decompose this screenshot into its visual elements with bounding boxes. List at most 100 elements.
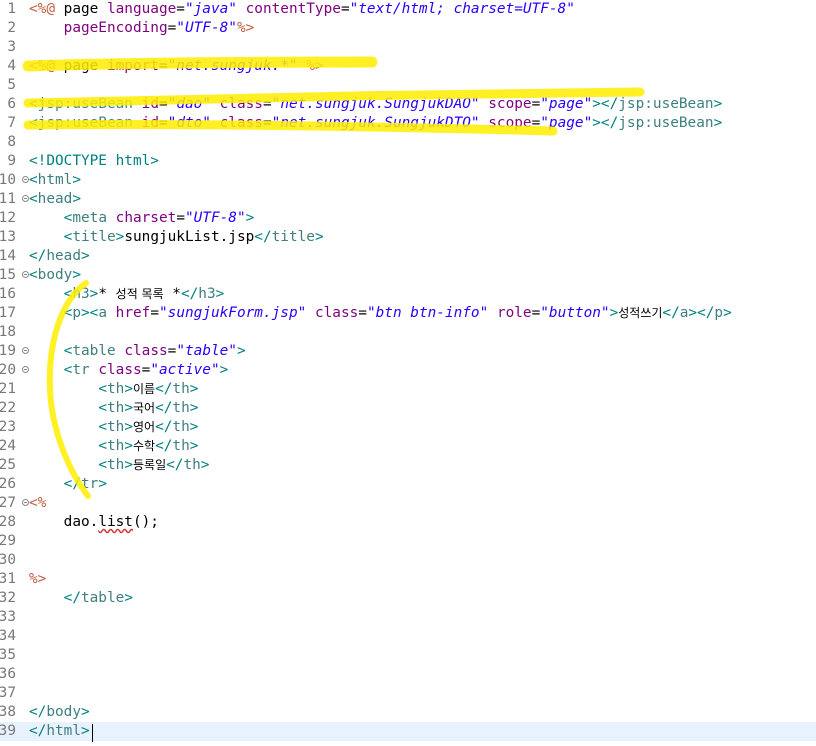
code-token: <%@: [29, 58, 55, 74]
code-line[interactable]: 14 </head>: [0, 247, 816, 266]
code-line[interactable]: 19 <table class="table">: [0, 342, 816, 361]
fold-toggle-icon[interactable]: [22, 195, 29, 202]
code-line[interactable]: 36: [0, 665, 816, 684]
code-content: pageEncoding="UTF-8"%>: [29, 19, 255, 38]
code-line[interactable]: 16 <h3>* 성적 목록 *</h3>: [0, 285, 816, 304]
code-token: title: [271, 229, 315, 245]
code-line[interactable]: 3: [0, 38, 816, 57]
code-line[interactable]: 25 <th>등록일</th>: [0, 456, 816, 475]
code-token: =: [531, 115, 541, 131]
code-token: body: [46, 704, 81, 720]
code-token: *: [98, 286, 116, 302]
line-gutter: 20: [0, 361, 29, 380]
code-token: p: [714, 305, 724, 321]
line-gutter: 9: [0, 152, 22, 171]
code-token: >: [80, 248, 90, 264]
line-gutter: 38: [0, 703, 22, 722]
code-line[interactable]: 39 </html>: [0, 722, 816, 741]
code-token: >: [236, 343, 246, 359]
line-gutter: 18: [0, 323, 22, 342]
fold-toggle-icon[interactable]: [22, 499, 29, 506]
code-token: 성적쓰기: [618, 306, 663, 320]
code-token: jsp:useBean: [618, 115, 714, 131]
code-line[interactable]: 11 <head>: [0, 190, 816, 209]
code-content: <th>영어</th>: [29, 418, 198, 437]
code-line[interactable]: 12 <meta charset="UTF-8">: [0, 209, 816, 228]
line-gutter: 16: [0, 285, 22, 304]
code-line[interactable]: 22 <th>국어</th>: [0, 399, 816, 418]
line-number: 17: [0, 305, 16, 321]
code-token: >: [124, 419, 133, 435]
code-token: >: [609, 305, 619, 321]
code-line[interactable]: 31 %>: [0, 570, 816, 589]
code-content: <head>: [29, 190, 81, 209]
code-token: ><: [81, 305, 99, 321]
code-token: %>: [236, 20, 255, 36]
code-line[interactable]: 18: [0, 323, 816, 342]
fold-toggle-icon[interactable]: [22, 271, 29, 278]
code-line[interactable]: 28 dao.list();: [0, 513, 816, 532]
code-line[interactable]: 15 <body>: [0, 266, 816, 285]
code-token: >: [98, 476, 107, 492]
code-token: <: [29, 96, 38, 112]
line-gutter: 24: [0, 437, 22, 456]
code-content: <th>등록일</th>: [29, 456, 209, 475]
code-line[interactable]: 27 <%: [0, 494, 816, 513]
line-number: 26: [0, 476, 16, 492]
code-line[interactable]: 38 </body>: [0, 703, 816, 722]
fold-toggle-icon[interactable]: [22, 347, 29, 354]
code-line[interactable]: 8: [0, 133, 816, 152]
code-line[interactable]: 20 <tr class="active">: [0, 361, 816, 380]
code-line[interactable]: 7 <jsp:useBean id="dto" class="net.sungju…: [0, 114, 816, 133]
code-line[interactable]: 35: [0, 646, 816, 665]
fold-toggle-icon[interactable]: [22, 366, 29, 373]
code-line[interactable]: 26 </tr>: [0, 475, 816, 494]
code-token: ></: [688, 305, 715, 321]
code-line[interactable]: 24 <th>수학</th>: [0, 437, 816, 456]
code-token: "table": [176, 343, 237, 359]
code-line[interactable]: 2 pageEncoding="UTF-8"%>: [0, 19, 816, 38]
code-line[interactable]: 37: [0, 684, 816, 703]
code-line[interactable]: 34: [0, 627, 816, 646]
code-line[interactable]: 1 <%@ page language="java" contentType="t…: [0, 0, 816, 19]
code-token: <: [98, 381, 107, 397]
code-editor[interactable]: 1 <%@ page language="java" contentType="t…: [0, 0, 816, 746]
code-line[interactable]: 23 <th>영어</th>: [0, 418, 816, 437]
code-token: <: [29, 267, 38, 283]
fold-toggle-icon[interactable]: [22, 176, 29, 183]
code-token: "button": [540, 305, 610, 321]
code-line[interactable]: 17 <p><a href="sungjukForm.jsp" class="b…: [0, 304, 816, 323]
code-line[interactable]: 21 <th>이름</th>: [0, 380, 816, 399]
line-number: 7: [7, 115, 16, 131]
code-token: ();: [132, 514, 159, 530]
code-token: >: [72, 267, 81, 283]
code-line[interactable]: 5: [0, 76, 816, 95]
code-line[interactable]: 10 <html>: [0, 171, 816, 190]
code-line[interactable]: 6 <jsp:useBean id="dao" class="net.sungju…: [0, 95, 816, 114]
line-gutter: 39: [0, 722, 22, 741]
line-number: 8: [7, 134, 16, 150]
line-number: 18: [0, 324, 16, 340]
line-number: 15: [0, 267, 16, 283]
code-content: <html>: [29, 171, 81, 190]
code-line[interactable]: 32 </table>: [0, 589, 816, 608]
code-line[interactable]: 13 <title>sungjukList.jsp</title>: [0, 228, 816, 247]
line-gutter: 19: [0, 342, 29, 361]
line-gutter: 26: [0, 475, 22, 494]
code-line[interactable]: 9 <!DOCTYPE html>: [0, 152, 816, 171]
line-number: 36: [0, 666, 16, 682]
code-token: <: [98, 400, 107, 416]
code-token: =: [158, 115, 168, 131]
code-line[interactable]: 33: [0, 608, 816, 627]
code-line[interactable]: 4 <%@ page import="net.sungjuk.*" %>: [0, 57, 816, 76]
code-line[interactable]: 29: [0, 532, 816, 551]
line-number: 24: [0, 438, 16, 454]
code-line[interactable]: 30: [0, 551, 816, 570]
